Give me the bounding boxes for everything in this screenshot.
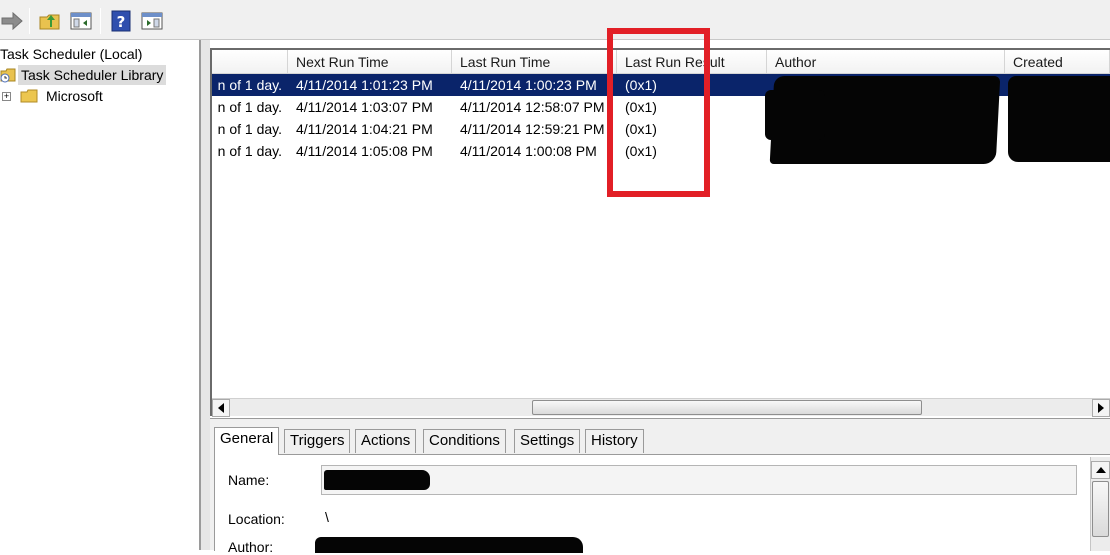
console-tree: Task Scheduler (Local) Task Scheduler Li… — [0, 40, 200, 550]
tree-item-label: Task Scheduler (Local) — [0, 46, 143, 62]
cell-last-run-time: 4/11/2014 1:00:08 PM — [460, 143, 597, 159]
svg-text:?: ? — [117, 13, 126, 31]
clock-folder-icon — [0, 67, 17, 88]
redacted-created — [1008, 76, 1110, 162]
tree-item-task-scheduler-local[interactable]: Task Scheduler (Local) — [0, 44, 145, 64]
help-icon[interactable]: ? — [109, 9, 133, 33]
forward-arrow-icon[interactable] — [0, 9, 24, 33]
redacted-author-edge — [765, 90, 825, 140]
cell-next-run-time: 4/11/2014 1:03:07 PM — [296, 99, 433, 115]
show-hide-action-pane-icon[interactable] — [140, 9, 164, 33]
vertical-scrollbar-thumb[interactable] — [1092, 481, 1109, 537]
column-header-next-run-time[interactable]: Next Run Time — [288, 50, 452, 74]
cell-trigger: n of 1 day. — [217, 99, 282, 115]
general-tab-panel: Name: Location: \ Author: — [214, 454, 1110, 555]
location-value: \ — [325, 509, 329, 525]
task-details-pane: General Triggers Actions Conditions Sett… — [210, 418, 1110, 555]
scroll-left-icon[interactable] — [212, 399, 230, 417]
cell-next-run-time: 4/11/2014 1:01:23 PM — [296, 77, 433, 93]
cell-trigger: n of 1 day. — [217, 121, 282, 137]
name-label: Name: — [228, 472, 270, 488]
column-header-created[interactable]: Created — [1005, 50, 1110, 74]
name-field[interactable] — [321, 465, 1077, 495]
toolbar: ? — [0, 0, 1110, 40]
cell-last-run-time: 4/11/2014 12:59:21 PM — [460, 121, 605, 137]
toolbar-separator — [100, 8, 101, 34]
tree-item-microsoft[interactable]: + Microsoft — [0, 86, 200, 106]
redacted-author-field — [315, 537, 583, 553]
tab-settings[interactable]: Settings — [514, 429, 581, 453]
pane-splitter[interactable] — [200, 40, 210, 550]
cell-last-run-time: 4/11/2014 1:00:23 PM — [460, 77, 597, 93]
toolbar-separator — [29, 8, 30, 34]
tab-triggers[interactable]: Triggers — [284, 429, 351, 453]
scrollbar-thumb[interactable] — [532, 400, 922, 415]
annotation-highlight-box — [607, 28, 710, 197]
tab-conditions[interactable]: Conditions — [423, 429, 506, 453]
column-header-triggers[interactable] — [212, 50, 288, 74]
vertical-scrollbar[interactable] — [1090, 457, 1110, 551]
location-label: Location: — [228, 511, 285, 527]
horizontal-scrollbar[interactable] — [212, 398, 1110, 417]
cell-last-run-time: 4/11/2014 12:58:07 PM — [460, 99, 605, 115]
tab-general[interactable]: General — [214, 427, 280, 455]
tab-actions[interactable]: Actions — [355, 429, 417, 453]
folder-icon — [20, 88, 38, 109]
cell-next-run-time: 4/11/2014 1:04:21 PM — [296, 121, 433, 137]
scroll-right-icon[interactable] — [1092, 399, 1110, 417]
tree-item-label: Microsoft — [46, 88, 103, 104]
tree-item-label: Task Scheduler Library — [18, 65, 167, 85]
cell-trigger: n of 1 day. — [217, 77, 282, 93]
redacted-name — [324, 470, 430, 490]
scroll-up-icon[interactable] — [1091, 461, 1110, 479]
cell-trigger: n of 1 day. — [217, 143, 282, 159]
column-header-last-run-time[interactable]: Last Run Time — [452, 50, 617, 74]
cell-next-run-time: 4/11/2014 1:05:08 PM — [296, 143, 433, 159]
show-hide-console-tree-icon[interactable] — [69, 9, 93, 33]
up-folder-icon[interactable] — [38, 9, 62, 33]
column-header-author[interactable]: Author — [767, 50, 1005, 74]
tab-history[interactable]: History — [585, 429, 644, 453]
author-label: Author: — [228, 539, 274, 555]
expand-plus-icon[interactable]: + — [2, 92, 11, 101]
